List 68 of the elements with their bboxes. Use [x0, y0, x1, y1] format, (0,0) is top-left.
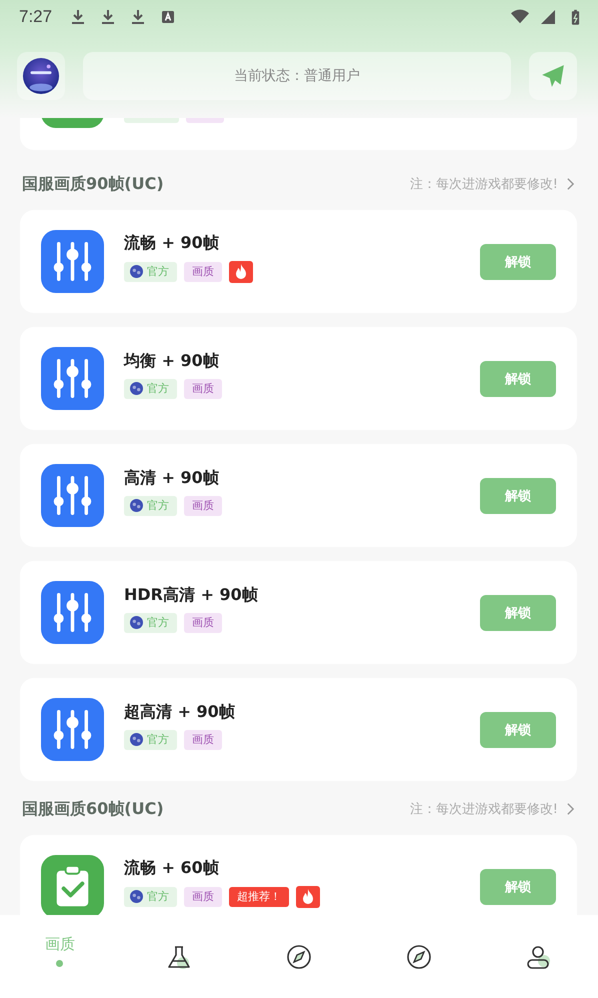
unlock-button[interactable]: 解锁	[480, 244, 556, 280]
item-card[interactable]: 流畅 + 60帧 官方 画质 超推荐！ 解锁	[20, 835, 577, 915]
section-note[interactable]: 注：每次进游戏都要修改!	[410, 800, 558, 818]
globe-icon	[130, 616, 143, 629]
person-icon	[524, 943, 552, 971]
item-card[interactable]: 均衡 + 90帧 官方 画质 解锁	[20, 327, 577, 430]
avatar-button[interactable]	[17, 52, 65, 100]
official-tag: 官方	[124, 886, 177, 906]
item-title: 均衡 + 90帧	[124, 350, 220, 372]
flame-icon	[296, 886, 320, 908]
send-button[interactable]	[529, 52, 577, 100]
active-dot	[56, 960, 64, 967]
sliders-icon	[41, 347, 104, 410]
item-title: 超高清 + 90帧	[124, 702, 236, 722]
quality-tag: 画质	[184, 378, 222, 398]
recommend-tag: 超推荐！	[229, 886, 289, 906]
item-card[interactable]: 超高清 + 90帧 官方 画质 解锁	[20, 678, 577, 781]
status-time: 7:27	[19, 7, 52, 27]
chevron-icon[interactable]	[566, 802, 575, 816]
section-title: 国服画质60帧(UC)	[22, 798, 165, 820]
official-tag: 官方	[124, 496, 177, 516]
official-tag: 官方	[124, 262, 177, 282]
wifi-icon	[511, 9, 529, 25]
unlock-button[interactable]: 解锁	[480, 360, 556, 396]
globe-icon	[130, 890, 143, 903]
tag-chip	[124, 118, 179, 123]
section-title: 国服画质90帧(UC)	[22, 174, 165, 194]
tag-chip	[186, 118, 224, 123]
flame-icon	[229, 260, 253, 282]
battery-icon	[571, 8, 580, 26]
sliders-icon	[41, 230, 104, 293]
sliders-icon	[41, 581, 104, 644]
quality-tag: 画质	[184, 612, 222, 632]
item-card[interactable]: 高清 + 90帧 官方 画质 解锁	[20, 444, 577, 547]
keyboard-icon	[160, 9, 176, 25]
official-tag: 官方	[124, 378, 177, 398]
item-title: HDR高清 + 90帧	[124, 584, 259, 606]
globe-icon	[130, 499, 143, 512]
official-tag: 官方	[124, 730, 177, 750]
globe-icon	[130, 265, 143, 278]
compass-icon	[284, 943, 313, 971]
item-title: 流畅 + 60帧	[124, 858, 220, 878]
section-note[interactable]: 注：每次进游戏都要修改!	[410, 175, 558, 193]
unlock-button[interactable]: 解锁	[480, 594, 556, 630]
item-title: 流畅 + 90帧	[124, 232, 220, 254]
unlock-button[interactable]: 解锁	[480, 478, 556, 514]
compass-icon	[404, 943, 433, 971]
sliders-icon	[41, 464, 104, 527]
item-card[interactable]: 流畅 + 90帧 官方 画质 解锁	[20, 210, 577, 313]
item-card[interactable]: HDR高清 + 90帧 官方 画质 解锁	[20, 561, 577, 664]
quality-tag: 画质	[184, 262, 222, 282]
download-icon	[130, 9, 146, 25]
quality-tag: 画质	[184, 730, 222, 750]
item-title: 高清 + 90帧	[124, 468, 220, 488]
globe-icon	[130, 733, 143, 746]
download-icon	[100, 9, 116, 25]
download-icon	[70, 9, 86, 25]
signal-icon	[539, 9, 557, 25]
status-field: 当前状态：普通用户	[83, 52, 511, 100]
quality-tag: 画质	[184, 886, 222, 906]
send-icon	[540, 63, 566, 89]
chevron-icon[interactable]	[566, 177, 575, 191]
quality-tag: 画质	[184, 496, 222, 516]
unlock-button[interactable]: 解锁	[480, 868, 556, 904]
official-tag: 官方	[124, 612, 177, 632]
globe-icon	[130, 382, 143, 395]
unlock-button[interactable]: 解锁	[480, 712, 556, 748]
sliders-icon	[41, 698, 104, 761]
